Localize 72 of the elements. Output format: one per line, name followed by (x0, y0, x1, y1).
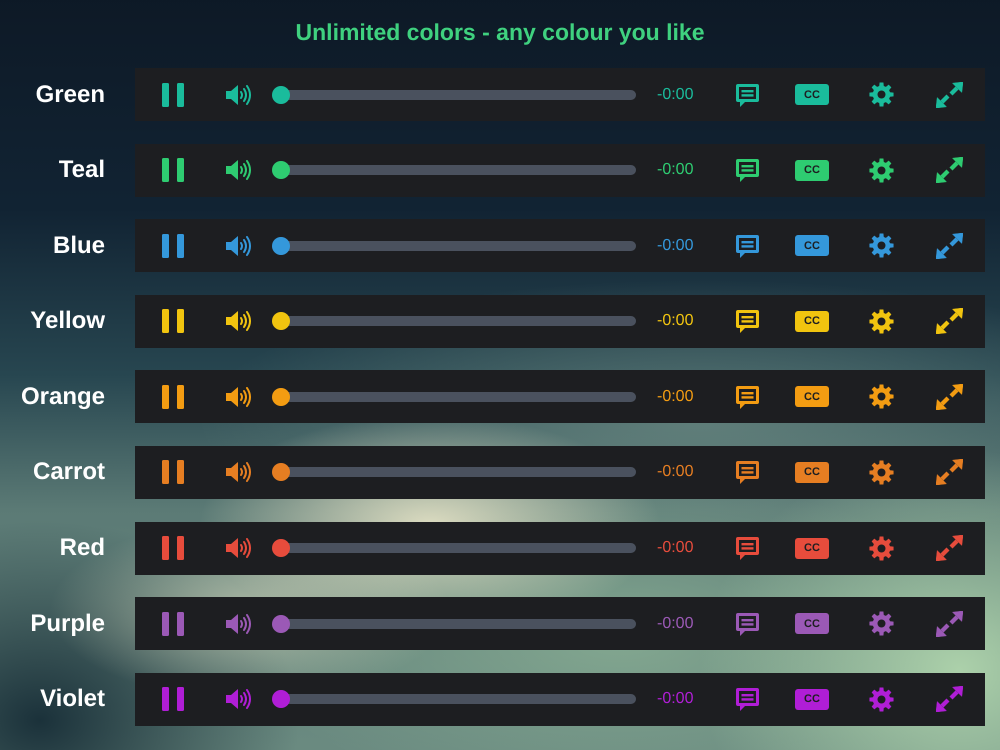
expand-icon[interactable] (936, 459, 963, 486)
player-label: Carrot (32, 458, 105, 486)
player-label: Violet (40, 685, 105, 714)
time-display: -0:00 (657, 161, 694, 180)
captions-button[interactable]: CC (795, 160, 829, 181)
captions-button[interactable]: CC (795, 613, 829, 634)
settings-icon[interactable] (869, 460, 894, 485)
expand-icon[interactable] (936, 308, 963, 334)
time-display: -0:00 (657, 388, 694, 406)
captions-button[interactable]: CC (795, 310, 829, 332)
time-display: -0:00 (657, 312, 694, 330)
time-display: -0:00 (657, 86, 694, 104)
volume-icon[interactable] (225, 158, 253, 182)
pause-icon[interactable] (162, 536, 184, 560)
time-display: -0:00 (657, 690, 694, 708)
captions-button[interactable]: CC (795, 235, 829, 256)
pause-icon[interactable] (162, 158, 184, 182)
pause-icon[interactable] (162, 384, 184, 409)
time-display: -0:00 (657, 463, 694, 482)
speech-bubble-icon[interactable] (735, 459, 760, 486)
time-display: -0:00 (657, 614, 694, 633)
player-label: Green (36, 80, 105, 108)
player-label: Purple (30, 610, 105, 638)
volume-icon[interactable] (225, 82, 253, 106)
volume-icon[interactable] (225, 536, 253, 560)
volume-icon[interactable] (225, 384, 253, 409)
pause-icon[interactable] (162, 82, 184, 106)
page-title: Unlimited colors - any colour you like (294, 18, 706, 47)
slider-thumb[interactable] (272, 86, 290, 104)
settings-icon[interactable] (869, 82, 894, 107)
slider-thumb[interactable] (272, 539, 290, 558)
player-label: Yellow (30, 307, 105, 336)
slider-thumb[interactable] (272, 690, 290, 708)
time-display: -0:00 (657, 236, 694, 255)
speech-bubble-icon[interactable] (735, 535, 760, 562)
captions-button[interactable]: CC (795, 84, 829, 105)
slider-thumb[interactable] (272, 236, 290, 255)
speech-bubble-icon[interactable] (735, 308, 760, 334)
player-label: Teal (58, 156, 105, 184)
settings-icon[interactable] (869, 158, 894, 183)
captions-button[interactable]: CC (795, 538, 829, 559)
settings-icon[interactable] (869, 233, 894, 258)
speech-bubble-icon[interactable] (735, 82, 760, 108)
speech-bubble-icon[interactable] (735, 232, 760, 259)
volume-icon[interactable] (225, 460, 253, 484)
volume-icon[interactable] (225, 234, 253, 258)
expand-icon[interactable] (936, 232, 963, 259)
settings-icon[interactable] (869, 384, 894, 410)
player-label: Red (60, 534, 105, 562)
pause-icon[interactable] (162, 309, 184, 334)
captions-button[interactable]: CC (795, 688, 829, 710)
slider-thumb[interactable] (272, 312, 290, 330)
speech-bubble-icon[interactable] (735, 157, 760, 184)
expand-icon[interactable] (936, 157, 963, 184)
pause-icon[interactable] (162, 460, 184, 484)
volume-icon[interactable] (225, 309, 253, 334)
slider-thumb[interactable] (272, 161, 290, 180)
settings-icon[interactable] (869, 536, 894, 561)
captions-button[interactable]: CC (795, 386, 829, 408)
player-label: Orange (20, 382, 105, 411)
player-label: Blue (52, 232, 105, 260)
slider-thumb[interactable] (272, 614, 290, 633)
settings-icon[interactable] (869, 308, 894, 334)
slider-thumb[interactable] (272, 388, 290, 406)
slider-thumb[interactable] (272, 463, 290, 482)
pause-icon[interactable] (162, 234, 184, 258)
expand-icon[interactable] (936, 82, 963, 108)
captions-button[interactable]: CC (795, 462, 829, 483)
time-display: -0:00 (657, 539, 694, 558)
expand-icon[interactable] (936, 384, 963, 410)
speech-bubble-icon[interactable] (735, 384, 760, 410)
expand-icon[interactable] (936, 535, 963, 562)
